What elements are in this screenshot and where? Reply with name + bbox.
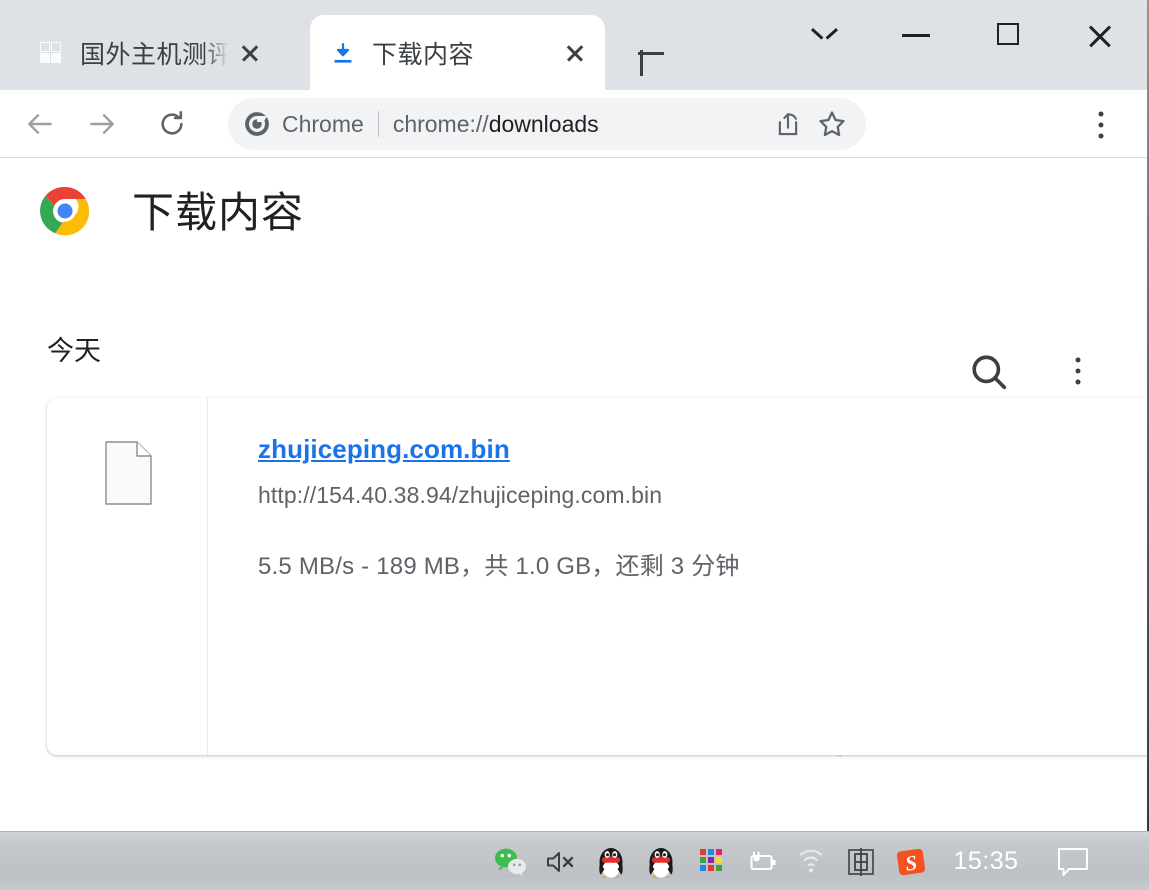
window-close-button[interactable] (1070, 8, 1130, 62)
omnibox-url-text: chrome://downloads (393, 111, 762, 138)
reload-icon (161, 111, 183, 135)
download-status-text: 5.5 MB/s - 189 MB，共 1.0 GB，还剩 3 分钟 (258, 553, 740, 580)
arrow-left-icon (28, 114, 52, 134)
taskbar: S 15:35 (0, 831, 1149, 890)
download-item-icon-column (47, 398, 208, 755)
download-item-details: zhujiceping.com.bin http://154.40.38.94/… (209, 398, 1149, 755)
browser-menu-button[interactable] (1080, 104, 1122, 146)
taskbar-clock[interactable]: 15:35 (936, 832, 1036, 890)
tab-title: 国外主机测评 – (80, 40, 228, 69)
window-maximize-button[interactable] (978, 8, 1038, 62)
omnibox-chip-label: Chrome (282, 110, 364, 137)
wechat-icon[interactable] (486, 832, 536, 890)
tab-downloads[interactable]: 下载内容 (310, 15, 605, 90)
qq-penguin-icon[interactable] (636, 832, 686, 890)
tab-search-button[interactable] (795, 8, 855, 62)
tab-zhujiceping[interactable]: 国外主机测评 – (18, 15, 280, 90)
address-bar[interactable]: Chrome chrome://downloads (228, 98, 866, 150)
qq-penguin-icon[interactable] (586, 832, 636, 890)
back-button[interactable] (16, 100, 64, 148)
omnibox-separator (377, 111, 379, 137)
speaker-muted-icon[interactable] (536, 832, 586, 890)
chrome-logo-icon (244, 111, 270, 137)
download-icon (330, 40, 356, 66)
downloads-page: zhujiceping.com 下载内容 (0, 159, 1149, 831)
notification-icon[interactable] (1036, 832, 1110, 890)
downloads-menu-button[interactable] (1056, 349, 1100, 393)
tab-close-button[interactable] (559, 37, 591, 69)
download-source-url: http://154.40.38.94/zhujiceping.com.bin (258, 482, 663, 508)
window-minimize-button[interactable] (886, 8, 946, 62)
sogou-icon[interactable]: S (886, 832, 936, 890)
arrow-right-icon (90, 114, 114, 134)
screen: 国外主机测评 – 下载内容 (0, 0, 1149, 890)
page-title: 下载内容 (132, 189, 305, 236)
browser-window: 国外主机测评 – 下载内容 (0, 0, 1149, 831)
download-file-name-link[interactable]: zhujiceping.com.bin (258, 434, 510, 465)
downloads-page-header: 下载内容 (0, 159, 1149, 263)
download-item-card[interactable]: zhujiceping.com.bin http://154.40.38.94/… (47, 398, 1149, 755)
search-icon[interactable] (966, 349, 1012, 395)
date-group-label: 今天 (47, 336, 101, 366)
browser-toolbar: Chrome chrome://downloads (0, 90, 1149, 158)
generic-file-icon (105, 441, 152, 505)
omnibox-url-path: downloads (488, 110, 599, 137)
wifi-icon[interactable] (786, 832, 836, 890)
color-grid-icon[interactable] (686, 832, 736, 890)
star-icon[interactable] (814, 106, 850, 142)
tab-title: 下载内容 (372, 40, 475, 69)
omnibox-url-scheme: chrome:// (392, 110, 489, 137)
maximize-icon (997, 23, 1019, 45)
minimize-icon (902, 34, 930, 37)
close-icon (1086, 22, 1114, 50)
chevron-down-icon (813, 28, 835, 40)
chrome-logo-icon (40, 186, 90, 236)
three-dots-vertical-icon (1075, 357, 1081, 385)
new-tab-button[interactable] (628, 30, 674, 76)
battery-charging-icon[interactable] (736, 832, 786, 890)
zhujiceping-favicon-icon (38, 40, 64, 66)
three-dots-vertical-icon (1098, 111, 1104, 139)
system-tray: S 15:35 (486, 832, 1110, 890)
tab-strip: 国外主机测评 – 下载内容 (0, 0, 1149, 90)
ime-chinese-icon[interactable] (836, 832, 886, 890)
share-icon[interactable] (770, 106, 806, 142)
reload-button[interactable] (148, 100, 196, 148)
tab-close-button[interactable] (234, 37, 266, 69)
forward-button[interactable] (78, 100, 126, 148)
